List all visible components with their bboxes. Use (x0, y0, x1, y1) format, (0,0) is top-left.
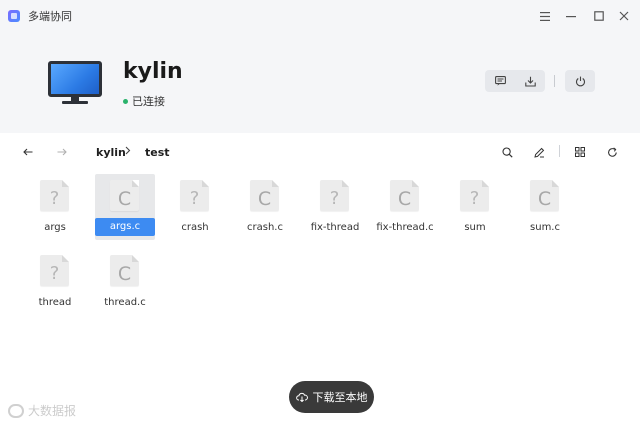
connection-status: 已连接 (123, 93, 165, 109)
unknown-file-icon: ? (460, 180, 489, 211)
arrow-left-icon (23, 148, 33, 156)
file-name-label: thread.c (104, 297, 146, 308)
file-type-glyph: C (257, 188, 272, 210)
header-divider (554, 75, 555, 87)
device-header: kylin 已连接 (0, 32, 640, 133)
breadcrumb-item-test[interactable]: test (145, 146, 170, 159)
file-name-label: crash (181, 222, 209, 233)
file-name-label: args (44, 222, 66, 233)
file-item-fix-thread[interactable]: ? fix-thread (305, 174, 365, 240)
device-name: kylin (123, 59, 183, 84)
chat-icon (494, 76, 506, 86)
minimize-button[interactable] (561, 6, 581, 26)
file-name-label: sum (464, 222, 486, 233)
watermark-text: 大数据报 (28, 404, 77, 418)
message-button[interactable] (485, 70, 515, 92)
file-type-glyph: ? (49, 263, 60, 284)
edit-button[interactable] (530, 143, 548, 161)
watermark: 大数据报 (8, 402, 76, 419)
file-type-glyph: C (117, 188, 132, 210)
status-text: 已连接 (132, 95, 165, 108)
file-type-glyph: C (397, 188, 412, 210)
view-mode-button[interactable] (571, 143, 589, 161)
menu-icon (540, 11, 550, 21)
refresh-button[interactable] (603, 143, 621, 161)
file-name-label: fix-thread (310, 222, 360, 233)
maximize-button[interactable] (589, 6, 609, 26)
c-source-file-icon: C (250, 180, 279, 211)
arrow-right-icon (57, 148, 67, 156)
close-button[interactable] (614, 6, 634, 26)
file-item-sum[interactable]: ? sum (445, 174, 505, 240)
maximize-icon (594, 11, 604, 21)
search-icon (501, 146, 513, 158)
file-item-fix-thread-c[interactable]: Cfix-thread.c (375, 174, 435, 240)
c-source-file-icon: C (110, 180, 139, 211)
unknown-file-icon: ? (40, 255, 69, 286)
forward-button[interactable] (53, 143, 71, 161)
app-title: 多端协同 (28, 10, 72, 23)
unknown-file-icon: ? (180, 180, 209, 211)
breadcrumb-item-kylin[interactable]: kylin (96, 146, 126, 159)
download-tray-icon (524, 76, 536, 87)
menu-button[interactable] (535, 6, 555, 26)
file-type-glyph: ? (329, 188, 340, 209)
toolbar-divider (559, 145, 560, 157)
disconnect-button[interactable] (565, 70, 595, 92)
power-group (565, 70, 595, 92)
file-name-label: thread (38, 297, 72, 308)
title-bar: 多端协同 (0, 0, 640, 32)
file-toolbar: kylin test (0, 133, 640, 171)
file-item-sum-c[interactable]: Csum.c (515, 174, 575, 240)
close-icon (619, 11, 629, 21)
monitor-icon (48, 61, 102, 105)
watermark-logo-icon (8, 403, 24, 418)
file-type-glyph: ? (49, 188, 60, 209)
cloud-download-icon (295, 392, 308, 402)
back-button[interactable] (19, 143, 37, 161)
file-name-label: fix-thread.c (376, 222, 434, 233)
device-action-group (485, 70, 545, 92)
file-item-thread[interactable]: ? thread (25, 249, 85, 315)
file-item-crash[interactable]: ? crash (165, 174, 225, 240)
file-type-glyph: C (537, 188, 552, 210)
c-source-file-icon: C (530, 180, 559, 211)
download-to-local-button[interactable]: 下载至本地 (289, 381, 374, 413)
edit-pen-icon (533, 147, 544, 158)
status-dot-icon (123, 98, 128, 104)
download-button-label: 下载至本地 (312, 391, 368, 404)
file-name-label: sum.c (530, 222, 560, 233)
file-name-label: args.c (95, 218, 155, 236)
c-source-file-icon: C (110, 255, 139, 286)
minimize-icon (566, 16, 576, 18)
app-logo-icon (8, 10, 20, 22)
file-type-glyph: C (117, 263, 132, 285)
refresh-icon (607, 147, 617, 157)
file-name-label: crash.c (247, 222, 283, 233)
unknown-file-icon: ? (40, 180, 69, 211)
receive-file-button[interactable] (515, 70, 545, 92)
file-type-glyph: ? (189, 188, 200, 209)
file-type-glyph: ? (469, 188, 480, 209)
c-source-file-icon: C (390, 180, 419, 211)
search-button[interactable] (498, 143, 516, 161)
grid-view-icon (575, 147, 585, 157)
file-item-crash-c[interactable]: Ccrash.c (235, 174, 295, 240)
power-icon (575, 76, 585, 86)
file-item-thread-c[interactable]: Cthread.c (95, 249, 155, 315)
file-item-args[interactable]: ? args (25, 174, 85, 240)
breadcrumb-chevron-icon (125, 145, 131, 158)
file-item-args-c[interactable]: Cargs.c (95, 174, 155, 240)
unknown-file-icon: ? (320, 180, 349, 211)
